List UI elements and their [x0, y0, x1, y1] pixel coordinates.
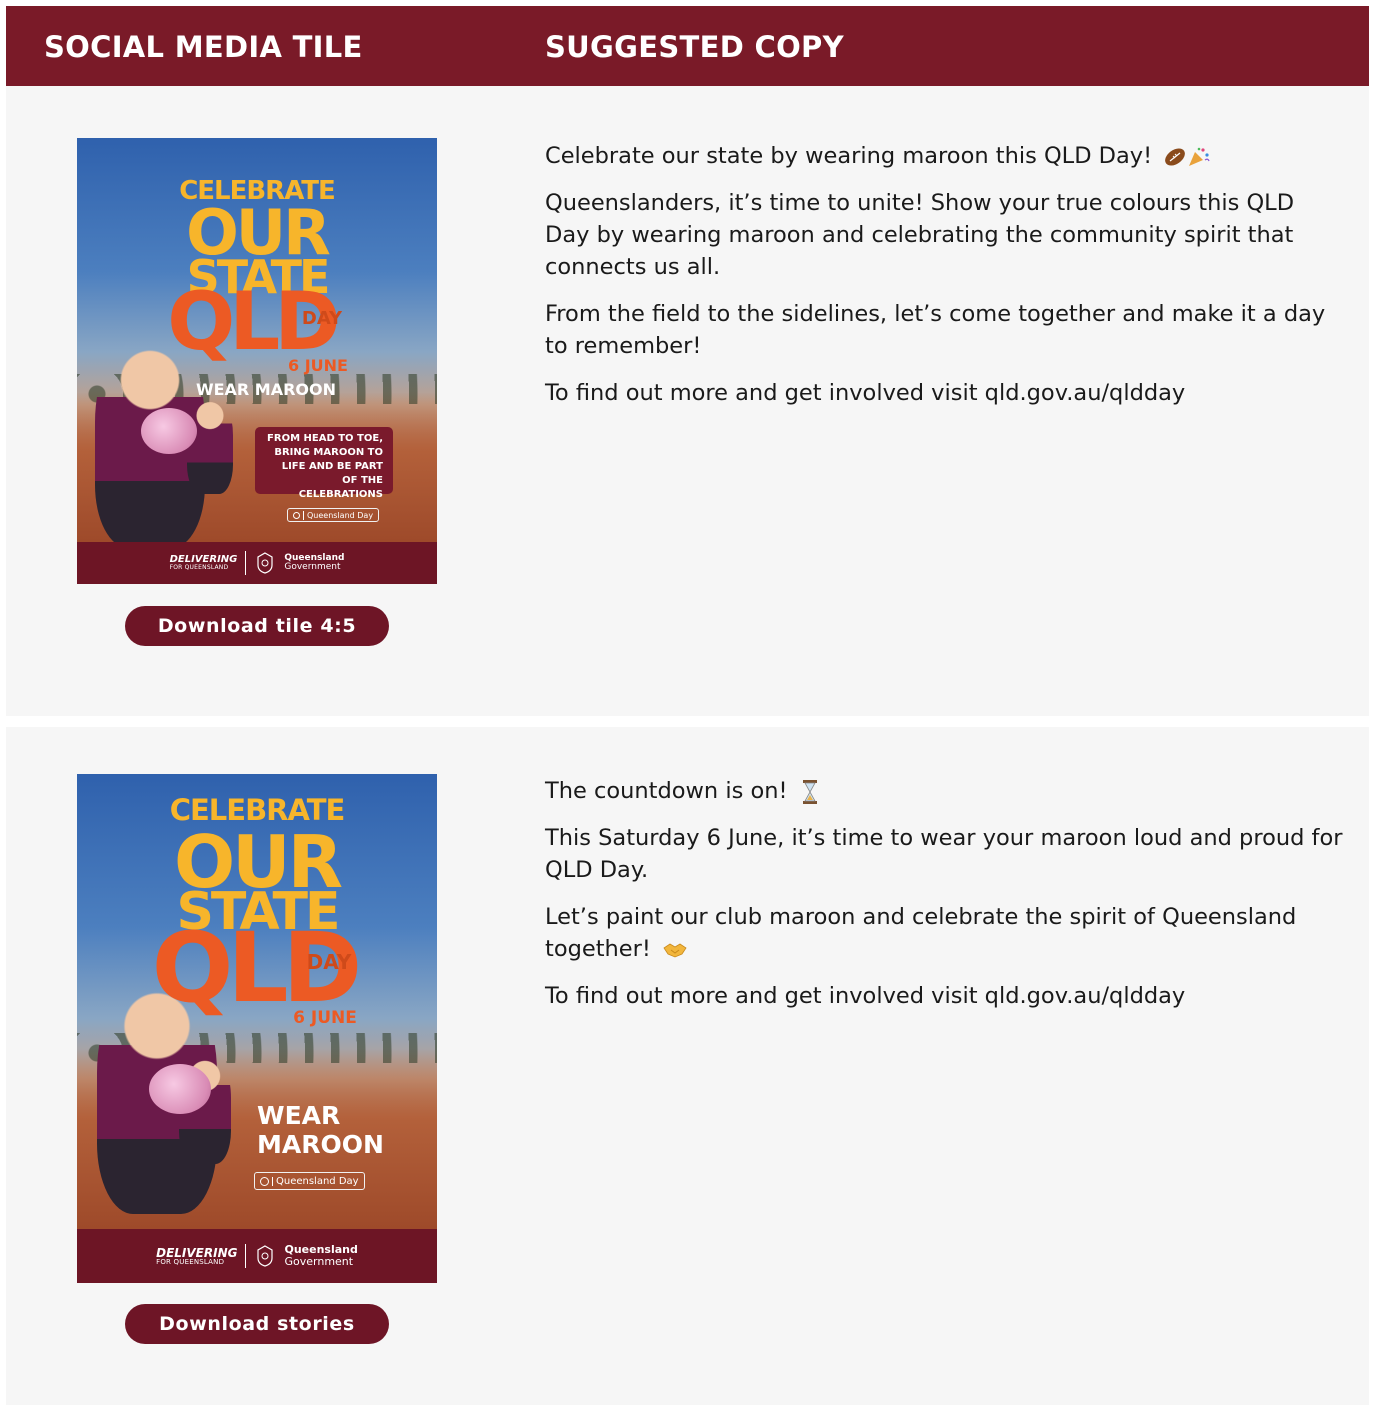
qld-government-logo: Queensland Government — [284, 1243, 358, 1268]
copy-paragraph: From the field to the sidelines, let’s c… — [545, 301, 1326, 359]
tile-wear-maroon: WEAR MAROON — [257, 1101, 384, 1159]
tile-footer: DELIVERING FOR QUEENSLAND Queensland Gov… — [77, 1229, 437, 1283]
football-icon — [1165, 147, 1186, 166]
social-tile-image: CELEBRATE OUR STATE QLD DAY 6 JUNE WEAR … — [77, 138, 437, 584]
tile-wear-maroon: WEAR MAROON — [195, 380, 337, 399]
copy-paragraph: The countdown is on! — [545, 775, 1345, 807]
divider — [245, 1244, 247, 1268]
tile-search-label: Queensland Day — [276, 1175, 359, 1187]
football-icon — [149, 1064, 211, 1114]
delivering-logo: DELIVERING FOR QUEENSLAND — [169, 554, 238, 571]
tile-child-runner — [187, 396, 233, 494]
suggested-copy: Celebrate our state by wearing maroon th… — [545, 140, 1345, 424]
column-header-social-media-tile: SOCIAL MEDIA TILE — [44, 30, 363, 64]
party-popper-icon — [1189, 147, 1210, 166]
tile-date: 6 JUNE — [288, 356, 348, 375]
qld-government-logo: Queensland Government — [284, 552, 345, 572]
table-row: CELEBRATE OUR STATE QLD DAY 6 JUNE WEAR … — [6, 727, 1369, 1405]
tile-callout: FROM HEAD TO TOE, BRING MAROON TO LIFE A… — [255, 427, 393, 500]
copy-paragraph: Let’s paint our club maroon and celebrat… — [545, 904, 1297, 962]
table-row: CELEBRATE OUR STATE QLD DAY 6 JUNE WEAR … — [6, 86, 1369, 716]
hourglass-icon — [802, 779, 817, 804]
tile-search-label: Queensland Day — [307, 510, 374, 520]
copy-paragraph: To find out more and get involved visit … — [545, 380, 1186, 406]
suggested-copy: The countdown is on! This Saturday 6 Jun… — [545, 775, 1345, 1027]
column-header-suggested-copy: SUGGESTED COPY — [545, 30, 844, 64]
social-tile-image: CELEBRATE OUR STATE QLD DAY 6 JUNE WEAR … — [77, 774, 437, 1283]
tile-search-pill: Queensland Day — [254, 1172, 365, 1190]
tile-headline-day: DAY — [301, 308, 343, 329]
tile-search-pill: Queensland Day — [287, 508, 380, 522]
table-header: SOCIAL MEDIA TILE SUGGESTED COPY — [6, 6, 1369, 86]
copy-paragraph: Celebrate our state by wearing maroon th… — [545, 140, 1345, 172]
download-stories-button[interactable]: Download stories — [125, 1304, 389, 1344]
tile-date: 6 JUNE — [293, 1008, 357, 1028]
tile-footer: DELIVERING FOR QUEENSLAND Queensland Gov… — [77, 542, 437, 584]
qld-crest-icon — [257, 1245, 274, 1267]
copy-paragraph: Queenslanders, it’s time to unite! Show … — [545, 190, 1295, 280]
handshake-icon — [663, 943, 687, 957]
download-tile-button[interactable]: Download tile 4:5 — [125, 606, 389, 646]
search-icon — [293, 511, 300, 519]
copy-paragraph: This Saturday 6 June, it’s time to wear … — [545, 825, 1343, 883]
football-icon — [141, 408, 197, 454]
tile-headline-day: DAY — [306, 950, 352, 974]
qld-crest-icon — [257, 552, 273, 574]
divider — [303, 510, 304, 520]
divider — [245, 551, 247, 575]
copy-paragraph: To find out more and get involved visit … — [545, 983, 1186, 1009]
divider — [272, 1176, 273, 1186]
search-icon — [260, 1176, 269, 1186]
delivering-logo: DELIVERING FOR QUEENSLAND — [156, 1245, 238, 1266]
